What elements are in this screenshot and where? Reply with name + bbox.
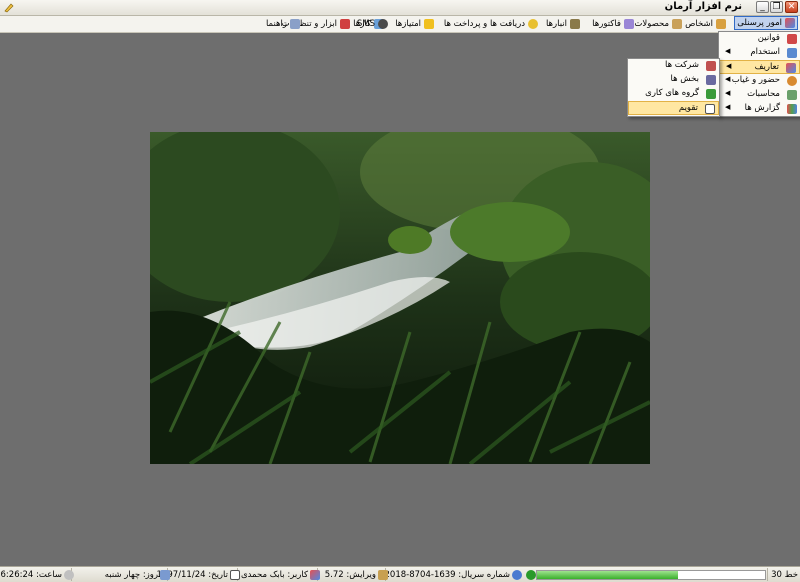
menu-warehouses[interactable]: انبارها bbox=[546, 16, 580, 32]
company-icon bbox=[706, 61, 716, 71]
progress-fill bbox=[537, 571, 679, 579]
menu-persons[interactable]: اشخاص bbox=[685, 16, 726, 32]
menu-item-rules[interactable]: قوانین bbox=[719, 32, 800, 46]
menu-item-hiring[interactable]: استخدام ◀ bbox=[719, 46, 800, 60]
menu-help[interactable]: راهنما bbox=[266, 16, 300, 32]
submenu-arrow-icon: ◀ bbox=[725, 89, 731, 97]
title-bar: نرم افزار آرمان _ ❐ ✕ bbox=[0, 0, 800, 16]
phone-icon bbox=[526, 569, 536, 580]
submenu-arrow-icon: ◀ bbox=[725, 47, 731, 55]
menu-item-calendar[interactable]: تقویم bbox=[628, 101, 719, 115]
menu-bar: امور پرسنلی اشخاص محصولات فاکتورها انبار… bbox=[0, 16, 800, 33]
menu-item-definitions[interactable]: تعاریف ◀ bbox=[719, 60, 800, 74]
submenu-arrow-icon: ◀ bbox=[725, 75, 731, 83]
status-date: تاریخ: 1397/11/24 bbox=[157, 568, 242, 581]
box-icon bbox=[672, 19, 682, 29]
window-title: نرم افزار آرمان bbox=[664, 1, 742, 12]
calendar-icon bbox=[705, 104, 715, 114]
status-line: خط 30 bbox=[767, 568, 800, 581]
tools-icon bbox=[340, 19, 350, 29]
personnel-menu: قوانین استخدام ◀ تعاریف ◀ حضور و غیاب ◀ … bbox=[718, 31, 800, 117]
background-photo bbox=[150, 132, 650, 464]
submenu-arrow-icon: ◀ bbox=[725, 103, 731, 111]
menu-products[interactable]: محصولات bbox=[634, 16, 682, 32]
restore-button[interactable]: ❐ bbox=[770, 1, 783, 13]
people-icon bbox=[785, 18, 795, 28]
user-icon bbox=[310, 569, 320, 580]
invoice-icon bbox=[624, 19, 634, 29]
close-button[interactable]: ✕ bbox=[785, 1, 798, 13]
globe-icon bbox=[512, 569, 522, 580]
person-icon bbox=[716, 19, 726, 29]
menu-invoices[interactable]: فاکتورها bbox=[592, 16, 634, 32]
document-icon bbox=[787, 34, 797, 44]
star-icon bbox=[424, 19, 434, 29]
menu-item-reports[interactable]: گزارش ها ◀ bbox=[719, 102, 800, 116]
definitions-menu: شرکت ها بخش ها گروه های کاری تقویم bbox=[627, 58, 720, 117]
pencil-icon bbox=[378, 569, 388, 580]
chat-icon bbox=[378, 19, 388, 29]
submenu-arrow-icon: ◀ bbox=[726, 62, 732, 70]
menu-item-companies[interactable]: شرکت ها bbox=[628, 59, 719, 73]
progress-bar bbox=[536, 570, 766, 580]
status-day: روز: چهار شنبه bbox=[71, 568, 172, 581]
menu-item-departments[interactable]: بخش ها bbox=[628, 73, 719, 87]
menu-points[interactable]: امتیازها bbox=[395, 16, 434, 32]
calendar-icon bbox=[230, 569, 240, 580]
calendar-day-icon bbox=[160, 569, 170, 580]
calculator-icon bbox=[787, 90, 797, 100]
coin-icon bbox=[528, 19, 538, 29]
department-icon bbox=[706, 75, 716, 85]
menu-personnel[interactable]: امور پرسنلی bbox=[734, 16, 798, 30]
warehouse-icon bbox=[570, 19, 580, 29]
status-phone bbox=[524, 568, 538, 581]
status-bar: خط 30 شماره سریال: 1639-8704-2018 ویرایش… bbox=[0, 566, 800, 582]
hire-icon bbox=[787, 48, 797, 58]
status-version: ویرایش: 5.72 bbox=[317, 568, 390, 581]
status-user: کاربر: بابک محمدی bbox=[237, 568, 322, 581]
menu-sms-item[interactable]: SMS bbox=[357, 16, 388, 32]
minimize-button[interactable]: _ bbox=[756, 1, 769, 13]
definitions-icon bbox=[786, 63, 796, 73]
status-serial: شماره سریال: 1639-8704-2018 bbox=[385, 568, 524, 581]
menu-item-workgroups[interactable]: گروه های کاری bbox=[628, 87, 719, 101]
group-icon bbox=[706, 89, 716, 99]
waterfall-forest-image bbox=[150, 132, 650, 464]
clock-icon bbox=[787, 76, 797, 86]
menu-item-attendance[interactable]: حضور و غیاب ◀ bbox=[719, 74, 800, 88]
menu-item-calculations[interactable]: محاسبات ◀ bbox=[719, 88, 800, 102]
app-icon bbox=[4, 3, 14, 13]
report-icon bbox=[787, 104, 797, 114]
clock-icon bbox=[64, 569, 74, 580]
help-icon bbox=[290, 19, 300, 29]
status-time: ساعت: 16:26:24 bbox=[0, 568, 76, 581]
menu-payments[interactable]: دریافت ها و پرداخت ها bbox=[444, 16, 538, 32]
